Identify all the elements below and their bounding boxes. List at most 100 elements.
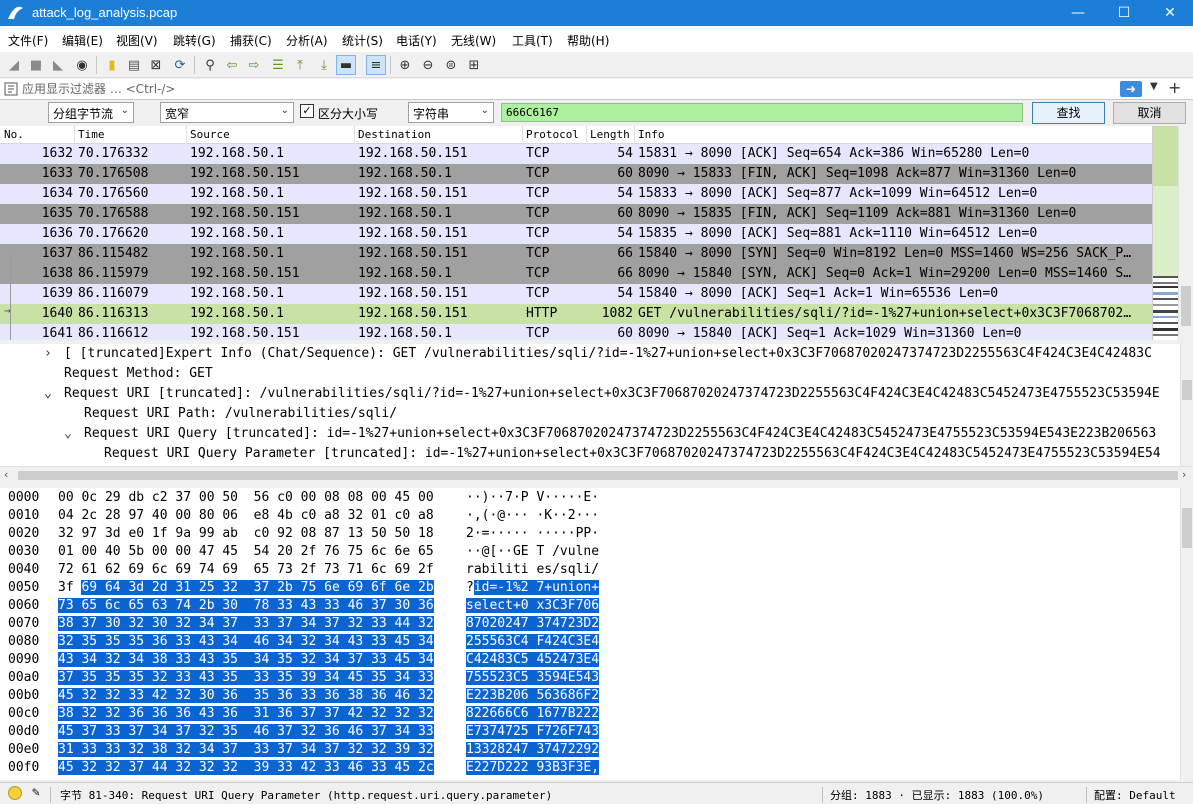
zoom-out-icon[interactable]: ⊖ [418, 55, 438, 75]
go-forward-icon[interactable]: ⇨ [244, 55, 264, 75]
ascii-bytes[interactable]: C42483C5 452473E4 [466, 651, 600, 669]
hex-bytes[interactable]: 32 35 35 35 36 33 43 34 46 34 32 34 43 3… [58, 633, 434, 651]
reload-file-icon[interactable]: ⟳ [170, 55, 190, 75]
ascii-bytes[interactable]: rabiliti es/sqli/ [466, 561, 599, 579]
menu-tools[interactable]: 工具(T) [512, 32, 553, 49]
ascii-bytes[interactable]: E227D222 93B3F3E, [466, 759, 600, 777]
packet-minimap[interactable] [1152, 126, 1178, 340]
capture-options-icon[interactable]: ◉ [72, 55, 92, 75]
char-width-select[interactable]: 宽窄 ⌄ [160, 102, 294, 123]
menu-statistics[interactable]: 统计(S) [342, 32, 383, 49]
apply-filter-arrow-icon[interactable]: ➜ [1120, 81, 1142, 97]
menu-file[interactable]: 文件(F) [8, 32, 48, 49]
column-header-info[interactable]: Info [638, 128, 665, 141]
column-header-destination[interactable]: Destination [358, 128, 431, 141]
find-button[interactable]: 查找 [1032, 102, 1105, 124]
go-last-packet-icon[interactable]: ⤓ [314, 55, 334, 75]
display-filter-input[interactable] [22, 80, 1117, 98]
hex-bytes[interactable]: 04 2c 28 97 40 00 80 06 e8 4b c0 a8 32 0… [58, 507, 434, 525]
bytes-scrollbar[interactable] [1180, 488, 1193, 780]
ascii-bytes[interactable]: 255563C4 F424C3E4 [466, 633, 600, 651]
scrollbar-thumb[interactable] [1181, 286, 1191, 326]
collapse-arrow-icon[interactable]: ⌄ [44, 384, 52, 404]
menu-go[interactable]: 跳转(G) [173, 32, 216, 49]
hex-bytes[interactable]: 38 37 30 32 30 32 34 37 33 37 34 37 32 3… [58, 615, 434, 633]
resize-columns-icon[interactable]: ⊞ [464, 55, 484, 75]
edit-comment-icon[interactable]: ✎ [32, 785, 40, 800]
ascii-bytes[interactable]: 755523C5 3594E543 [466, 669, 600, 687]
hex-bytes[interactable]: 38 32 32 36 36 36 43 36 31 36 37 37 42 3… [58, 705, 434, 723]
hex-bytes[interactable]: 32 97 3d e0 1f 9a 99 ab c0 92 08 87 13 5… [58, 525, 434, 543]
ascii-bytes[interactable]: 13328247 37472292 [466, 741, 600, 759]
colorize-icon[interactable]: ≡ [366, 55, 386, 75]
packet-row[interactable]: 1635 70.176588 192.168.50.151 192.168.50.1 T… [0, 204, 1152, 224]
menu-edit[interactable]: 编辑(E) [62, 32, 103, 49]
ascii-bytes[interactable]: select+0 x3C3F706 [466, 597, 600, 615]
find-query-input[interactable] [501, 103, 1023, 122]
scrollbar-thumb[interactable] [1182, 508, 1192, 548]
packet-row[interactable]: 1633 70.176508 192.168.50.151 192.168.50.1 T… [0, 164, 1152, 184]
hex-bytes[interactable]: 43 34 32 34 38 33 43 35 34 35 32 34 37 3… [58, 651, 434, 669]
ascii-bytes[interactable]: ?id=-1%2 7+union+ [466, 579, 600, 597]
packet-row[interactable]: 1632 70.176332 192.168.50.1 192.168.50.151 T… [0, 144, 1152, 164]
ascii-bytes[interactable]: ··)··7·P V·····E· [466, 489, 599, 507]
hex-bytes[interactable]: 73 65 6c 65 63 74 2b 30 78 33 43 33 46 3… [58, 597, 434, 615]
packet-row[interactable]: 1634 70.176560 192.168.50.1 192.168.50.151 T… [0, 184, 1152, 204]
cancel-button[interactable]: 取消 [1113, 102, 1186, 124]
menu-analyze[interactable]: 分析(A) [286, 32, 328, 49]
collapse-arrow-icon[interactable]: ⌄ [64, 424, 72, 444]
hex-bytes[interactable]: 37 35 35 35 32 33 43 35 33 35 39 34 45 3… [58, 669, 434, 687]
zoom-reset-icon[interactable]: ⊜ [441, 55, 461, 75]
packet-row[interactable]: 1638 86.115979 192.168.50.151 192.168.50.1 T… [0, 264, 1152, 284]
ascii-bytes[interactable]: E223B206 563686F2 [466, 687, 600, 705]
ascii-bytes[interactable]: 822666C6 1677B222 [466, 705, 600, 723]
expand-arrow-icon[interactable]: › [44, 344, 52, 364]
save-file-icon[interactable]: ▤ [124, 55, 144, 75]
menu-help[interactable]: 帮助(H) [567, 32, 609, 49]
hex-bytes[interactable]: 01 00 40 5b 00 00 47 45 54 20 2f 76 75 6… [58, 543, 434, 561]
add-filter-button-icon[interactable]: + [1168, 78, 1181, 97]
column-header-source[interactable]: Source [190, 128, 230, 141]
zoom-in-icon[interactable]: ⊕ [395, 55, 415, 75]
packet-list-scrollbar[interactable] [1178, 126, 1193, 340]
search-type-select[interactable]: 字符串 ⌄ [408, 102, 494, 123]
hex-bytes[interactable]: 00 0c 29 db c2 37 00 50 56 c0 00 08 08 0… [58, 489, 434, 507]
go-to-packet-icon[interactable]: ☰ [268, 55, 288, 75]
close-file-icon[interactable]: ⊠ [146, 55, 166, 75]
search-in-select[interactable]: 分组字节流 ⌄ [48, 102, 134, 123]
packet-row[interactable]: 1641 86.116612 192.168.50.151 192.168.50.1 T… [0, 324, 1152, 340]
open-file-icon[interactable]: ▮ [102, 55, 122, 75]
hex-bytes[interactable]: 31 33 33 32 38 32 34 37 33 37 34 37 32 3… [58, 741, 434, 759]
close-button[interactable]: ✕ [1147, 0, 1193, 26]
filter-dropdown-icon[interactable]: ▼ [1150, 81, 1158, 92]
go-back-icon[interactable]: ⇦ [222, 55, 242, 75]
menu-view[interactable]: 视图(V) [116, 32, 158, 49]
scroll-left-icon[interactable]: ‹ [4, 468, 8, 481]
ascii-bytes[interactable]: E7374725 F726F743 [466, 723, 600, 741]
hex-bytes[interactable]: 3f 69 64 3d 2d 31 25 32 37 2b 75 6e 69 6… [58, 579, 434, 597]
menu-wireless[interactable]: 无线(W) [451, 32, 496, 49]
minimize-button[interactable]: — [1055, 0, 1101, 26]
packet-row[interactable]: 1637 86.115482 192.168.50.1 192.168.50.151 T… [0, 244, 1152, 264]
scroll-right-icon[interactable]: › [1182, 468, 1186, 481]
ascii-bytes[interactable]: 87020247 374723D2 [466, 615, 600, 633]
maximize-button[interactable]: ☐ [1101, 0, 1147, 26]
menu-telephony[interactable]: 电话(Y) [396, 32, 437, 49]
packet-row[interactable]: 1636 70.176620 192.168.50.1 192.168.50.151 T… [0, 224, 1152, 244]
start-capture-icon[interactable]: ◢ [4, 55, 24, 75]
expert-info-icon[interactable] [8, 786, 22, 800]
bookmark-icon[interactable] [4, 82, 18, 96]
go-first-packet-icon[interactable]: ⤒ [290, 55, 310, 75]
scrollbar-thumb[interactable] [1182, 380, 1192, 400]
stop-capture-icon[interactable]: ■ [26, 55, 46, 75]
ascii-bytes[interactable]: 2·=····· ·····PP· [466, 525, 599, 543]
details-horizontal-scrollbar[interactable]: ‹ › [0, 466, 1193, 483]
column-header-protocol[interactable]: Protocol [526, 128, 579, 141]
hex-bytes[interactable]: 72 61 62 69 6c 69 74 69 65 73 2f 73 71 6… [58, 561, 434, 579]
packet-row[interactable]: 1639 86.116079 192.168.50.1 192.168.50.151 T… [0, 284, 1152, 304]
packet-row[interactable]: 1640 86.116313 192.168.50.1 192.168.50.151 H… [0, 304, 1152, 324]
column-header-no[interactable]: No. [4, 128, 24, 141]
column-header-time[interactable]: Time [78, 128, 105, 141]
status-profile[interactable]: 配置: Default [1094, 787, 1176, 803]
restart-capture-icon[interactable]: ◣ [48, 55, 68, 75]
